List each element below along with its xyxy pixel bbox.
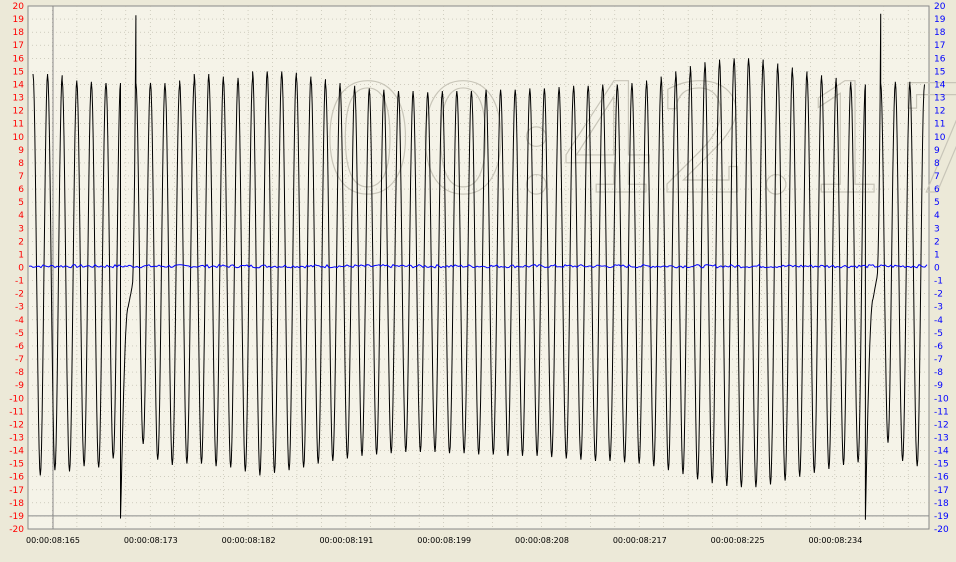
y-tick-left: 13 — [13, 94, 24, 104]
y-tick-right: -18 — [934, 499, 949, 509]
y-tick-right: -2 — [934, 290, 943, 300]
y-tick-right: -5 — [934, 329, 943, 339]
y-tick-right: -13 — [934, 433, 949, 443]
y-tick-right: -9 — [934, 381, 943, 391]
y-tick-left: -20 — [9, 525, 24, 535]
y-tick-left: 11 — [13, 120, 24, 130]
y-tick-right: 8 — [934, 159, 940, 169]
y-tick-left: -7 — [15, 355, 24, 365]
y-tick-left: 17 — [13, 41, 24, 51]
y-tick-right: 4 — [934, 211, 940, 221]
y-tick-right: 17 — [934, 41, 945, 51]
y-tick-right: 12 — [934, 107, 945, 117]
y-tick-left: -8 — [15, 368, 24, 378]
y-tick-left: 12 — [13, 107, 24, 117]
y-tick-left: 10 — [13, 133, 25, 143]
y-tick-left: 16 — [13, 54, 25, 64]
y-tick-left: -1 — [15, 277, 24, 287]
y-tick-right: 0 — [934, 264, 940, 274]
y-tick-left: -15 — [9, 460, 24, 470]
y-tick-left: 6 — [18, 185, 24, 195]
y-tick-right: 19 — [934, 15, 946, 25]
y-tick-right: 3 — [934, 224, 940, 234]
y-tick-right: 16 — [934, 54, 946, 64]
y-tick-left: -12 — [9, 420, 24, 430]
y-tick-right: 1 — [934, 250, 940, 260]
left-y-axis: -20-19-18-17-16-15-14-13-12-11-10-9-8-7-… — [9, 2, 24, 535]
y-tick-right: -17 — [934, 486, 949, 496]
x-tick-label: 00:00:08:234 — [808, 536, 862, 545]
y-tick-right: -14 — [934, 447, 949, 457]
y-tick-left: -19 — [9, 512, 24, 522]
y-tick-left: 8 — [18, 159, 24, 169]
y-tick-right: -1 — [934, 277, 943, 287]
y-tick-right: 13 — [934, 94, 945, 104]
y-tick-left: 14 — [13, 80, 25, 90]
y-tick-left: 20 — [13, 2, 25, 12]
y-tick-left: 18 — [13, 28, 25, 38]
x-tick-label: 00:00:08:165 — [26, 536, 80, 545]
y-tick-left: -10 — [9, 394, 24, 404]
y-tick-right: -8 — [934, 368, 943, 378]
y-tick-right: -11 — [934, 407, 949, 417]
y-tick-right: -15 — [934, 460, 949, 470]
y-tick-right: -3 — [934, 303, 943, 313]
y-tick-left: 1 — [18, 250, 24, 260]
y-tick-left: 5 — [18, 198, 24, 208]
x-tick-label: 00:00:08:173 — [124, 536, 178, 545]
y-tick-right: 11 — [934, 120, 945, 130]
x-tick-label: 00:00:08:208 — [515, 536, 569, 545]
y-tick-left: -9 — [15, 381, 24, 391]
y-tick-left: -11 — [9, 407, 24, 417]
y-tick-left: -4 — [15, 316, 24, 326]
x-tick-label: 00:00:08:217 — [613, 536, 667, 545]
x-tick-label: 00:00:08:191 — [319, 536, 373, 545]
y-tick-left: -16 — [9, 473, 24, 483]
y-tick-right: -19 — [934, 512, 949, 522]
y-tick-right: 18 — [934, 28, 946, 38]
y-tick-left: -18 — [9, 499, 24, 509]
y-tick-left: -5 — [15, 329, 24, 339]
y-tick-left: -17 — [9, 486, 24, 496]
y-tick-left: -14 — [9, 447, 24, 457]
y-tick-left: 7 — [18, 172, 24, 182]
y-tick-right: -16 — [934, 473, 949, 483]
oscilloscope-chart: 00:42.172 -20-19-18-17-16-15-14-13-12-11… — [9, 2, 956, 545]
y-tick-right: 5 — [934, 198, 940, 208]
y-tick-left: 9 — [18, 146, 24, 156]
y-tick-right: -6 — [934, 342, 943, 352]
y-tick-left: 0 — [18, 264, 24, 274]
y-tick-left: 3 — [18, 224, 24, 234]
y-tick-left: 4 — [18, 211, 24, 221]
y-tick-right: -7 — [934, 355, 943, 365]
x-tick-label: 00:00:08:182 — [222, 536, 276, 545]
y-tick-left: -6 — [15, 342, 24, 352]
y-tick-left: 19 — [13, 15, 25, 25]
y-tick-right: 14 — [934, 80, 946, 90]
y-tick-left: -3 — [15, 303, 24, 313]
x-axis: 00:00:08:165 00:00:08:173 00:00:08:182 00:0… — [26, 536, 862, 545]
y-tick-right: 2 — [934, 237, 940, 247]
y-tick-right: -10 — [934, 394, 949, 404]
y-tick-right: 15 — [934, 67, 945, 77]
x-tick-label: 00:00:08:225 — [711, 536, 765, 545]
y-tick-right: 6 — [934, 185, 940, 195]
y-tick-right: 7 — [934, 172, 940, 182]
y-tick-right: -4 — [934, 316, 943, 326]
y-tick-right: 9 — [934, 146, 940, 156]
y-tick-left: 2 — [18, 237, 24, 247]
y-tick-left: 15 — [13, 67, 24, 77]
y-tick-right: -20 — [934, 525, 949, 535]
y-tick-right: 10 — [934, 133, 946, 143]
y-tick-right: -12 — [934, 420, 949, 430]
y-tick-right: 20 — [934, 2, 946, 12]
y-tick-left: -2 — [15, 290, 24, 300]
x-tick-label: 00:00:08:199 — [417, 536, 471, 545]
y-tick-left: -13 — [9, 433, 24, 443]
